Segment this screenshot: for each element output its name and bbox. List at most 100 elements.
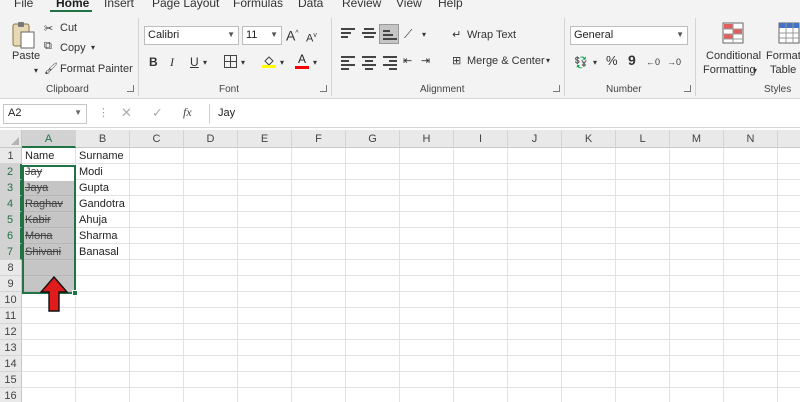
column-header-d[interactable]: D xyxy=(184,130,238,148)
copy-dropdown-icon[interactable]: ▾ xyxy=(91,43,95,52)
merge-dropdown-icon[interactable]: ▾ xyxy=(546,56,550,65)
conditional-dropdown-icon[interactable]: ▾ xyxy=(753,66,757,75)
column-header-j[interactable]: J xyxy=(508,130,562,148)
wrap-text-button[interactable]: Wrap Text xyxy=(467,29,516,41)
number-launcher-icon[interactable] xyxy=(684,85,691,92)
enter-icon[interactable]: ✓ xyxy=(152,105,163,121)
font-launcher-icon[interactable] xyxy=(320,85,327,92)
tab-formulas[interactable]: Formulas xyxy=(233,0,283,10)
column-header-e[interactable]: E xyxy=(238,130,292,148)
decrease-decimal-icon[interactable]: →0 xyxy=(667,54,681,70)
clipboard-launcher-icon[interactable] xyxy=(127,85,134,92)
name-box[interactable]: A2 ▼ xyxy=(3,104,87,124)
font-color-dropdown-icon[interactable]: ▾ xyxy=(313,58,317,67)
cell-a4[interactable]: Raghav xyxy=(22,196,76,212)
cell-a6[interactable]: Mona xyxy=(22,228,76,244)
row-header-3[interactable]: 3 xyxy=(0,180,22,196)
tab-help[interactable]: Help xyxy=(438,0,463,10)
formula-input[interactable]: Jay xyxy=(209,104,800,124)
orientation-icon[interactable]: ⟋ xyxy=(404,26,412,42)
merge-center-button[interactable]: Merge & Center xyxy=(467,55,545,67)
currency-dropdown-icon[interactable]: ▾ xyxy=(593,58,597,67)
column-header-h[interactable]: H xyxy=(400,130,454,148)
increase-decimal-icon[interactable]: ←0 xyxy=(646,54,660,70)
column-header-b[interactable]: B xyxy=(76,130,130,148)
row-header-11[interactable]: 11 xyxy=(0,308,22,324)
row-header-8[interactable]: 8 xyxy=(0,260,22,276)
column-header-a[interactable]: A xyxy=(22,130,76,148)
cell-b3[interactable]: Gupta xyxy=(76,180,130,196)
align-top-icon[interactable] xyxy=(341,28,355,40)
copy-button[interactable]: Copy xyxy=(60,42,86,54)
column-header-g[interactable]: G xyxy=(346,130,400,148)
format-as-table-button[interactable]: Format as xyxy=(766,50,800,62)
orientation-dropdown-icon[interactable]: ▾ xyxy=(422,30,426,39)
cell-a2[interactable]: Jay xyxy=(22,164,76,180)
worksheet-grid[interactable]: ABCDEFGHIJKLMNO 12345678910111213141516 … xyxy=(0,130,800,402)
increase-font-icon[interactable]: A^ xyxy=(286,26,299,44)
cell-b6[interactable]: Sharma xyxy=(76,228,130,244)
column-header-o[interactable]: O xyxy=(778,130,800,148)
column-header-n[interactable]: N xyxy=(724,130,778,148)
tab-file[interactable]: File xyxy=(14,0,33,10)
row-header-16[interactable]: 16 xyxy=(0,388,22,402)
cell-b5[interactable]: Ahuja xyxy=(76,212,130,228)
conditional-formatting-button[interactable]: Conditional xyxy=(706,50,761,62)
select-all-button[interactable] xyxy=(0,130,22,148)
row-header-4[interactable]: 4 xyxy=(0,196,22,212)
cell-b7[interactable]: Banasal xyxy=(76,244,130,260)
tab-review[interactable]: Review xyxy=(342,0,381,10)
cell-b1[interactable]: Surname xyxy=(76,148,130,164)
row-header-2[interactable]: 2 xyxy=(0,164,22,180)
column-header-l[interactable]: L xyxy=(616,130,670,148)
decrease-indent-icon[interactable]: ⇤ xyxy=(403,53,412,69)
font-color-icon[interactable]: A xyxy=(295,53,309,69)
tab-home[interactable]: Home xyxy=(56,0,89,10)
fill-color-icon[interactable] xyxy=(262,54,276,68)
italic-button[interactable]: I xyxy=(170,54,174,70)
borders-dropdown-icon[interactable]: ▾ xyxy=(241,58,245,67)
underline-dropdown-icon[interactable]: ▾ xyxy=(203,58,207,67)
fill-handle[interactable] xyxy=(72,290,78,296)
align-center-icon[interactable] xyxy=(362,56,376,70)
insert-function-button[interactable]: fx xyxy=(183,105,192,120)
increase-indent-icon[interactable]: ⇥ xyxy=(421,53,430,69)
column-header-c[interactable]: C xyxy=(130,130,184,148)
number-format-select[interactable]: General ▼ xyxy=(570,26,688,45)
align-bottom-button[interactable] xyxy=(379,24,399,44)
cell-a5[interactable]: Kabir xyxy=(22,212,76,228)
column-header-k[interactable]: K xyxy=(562,130,616,148)
align-middle-icon[interactable] xyxy=(362,28,376,40)
row-header-10[interactable]: 10 xyxy=(0,292,22,308)
cell-a7[interactable]: Shivani xyxy=(22,244,76,260)
paste-button[interactable] xyxy=(10,20,36,52)
row-header-15[interactable]: 15 xyxy=(0,372,22,388)
comma-style-button[interactable]: 9 xyxy=(628,52,636,68)
align-right-icon[interactable] xyxy=(383,56,397,70)
fill-color-dropdown-icon[interactable]: ▾ xyxy=(280,58,284,67)
cell-b2[interactable]: Modi xyxy=(76,164,130,180)
row-header-5[interactable]: 5 xyxy=(0,212,22,228)
currency-icon[interactable]: 💱 xyxy=(574,56,588,69)
column-header-f[interactable]: F xyxy=(292,130,346,148)
underline-button[interactable]: U xyxy=(190,54,199,70)
row-header-7[interactable]: 7 xyxy=(0,244,22,260)
font-name-select[interactable]: Calibri ▼ xyxy=(144,26,239,45)
cell-a1[interactable]: Name xyxy=(22,148,76,164)
cell-b4[interactable]: Gandotra xyxy=(76,196,130,212)
align-left-icon[interactable] xyxy=(341,56,355,70)
borders-icon[interactable] xyxy=(224,55,237,68)
tab-data[interactable]: Data xyxy=(298,0,323,10)
format-painter-button[interactable]: Format Painter xyxy=(60,63,133,75)
font-size-select[interactable]: 11 ▼ xyxy=(242,26,282,45)
percent-button[interactable]: % xyxy=(606,53,618,69)
column-header-m[interactable]: M xyxy=(670,130,724,148)
decrease-font-icon[interactable]: Av xyxy=(306,28,317,47)
cell-a3[interactable]: Jaya xyxy=(22,180,76,196)
row-header-9[interactable]: 9 xyxy=(0,276,22,292)
column-header-i[interactable]: I xyxy=(454,130,508,148)
formula-bar-more-icon[interactable]: ⋮ xyxy=(98,106,109,119)
tab-page-layout[interactable]: Page Layout xyxy=(152,0,219,10)
alignment-launcher-icon[interactable] xyxy=(553,85,560,92)
bold-button[interactable]: B xyxy=(149,54,158,70)
